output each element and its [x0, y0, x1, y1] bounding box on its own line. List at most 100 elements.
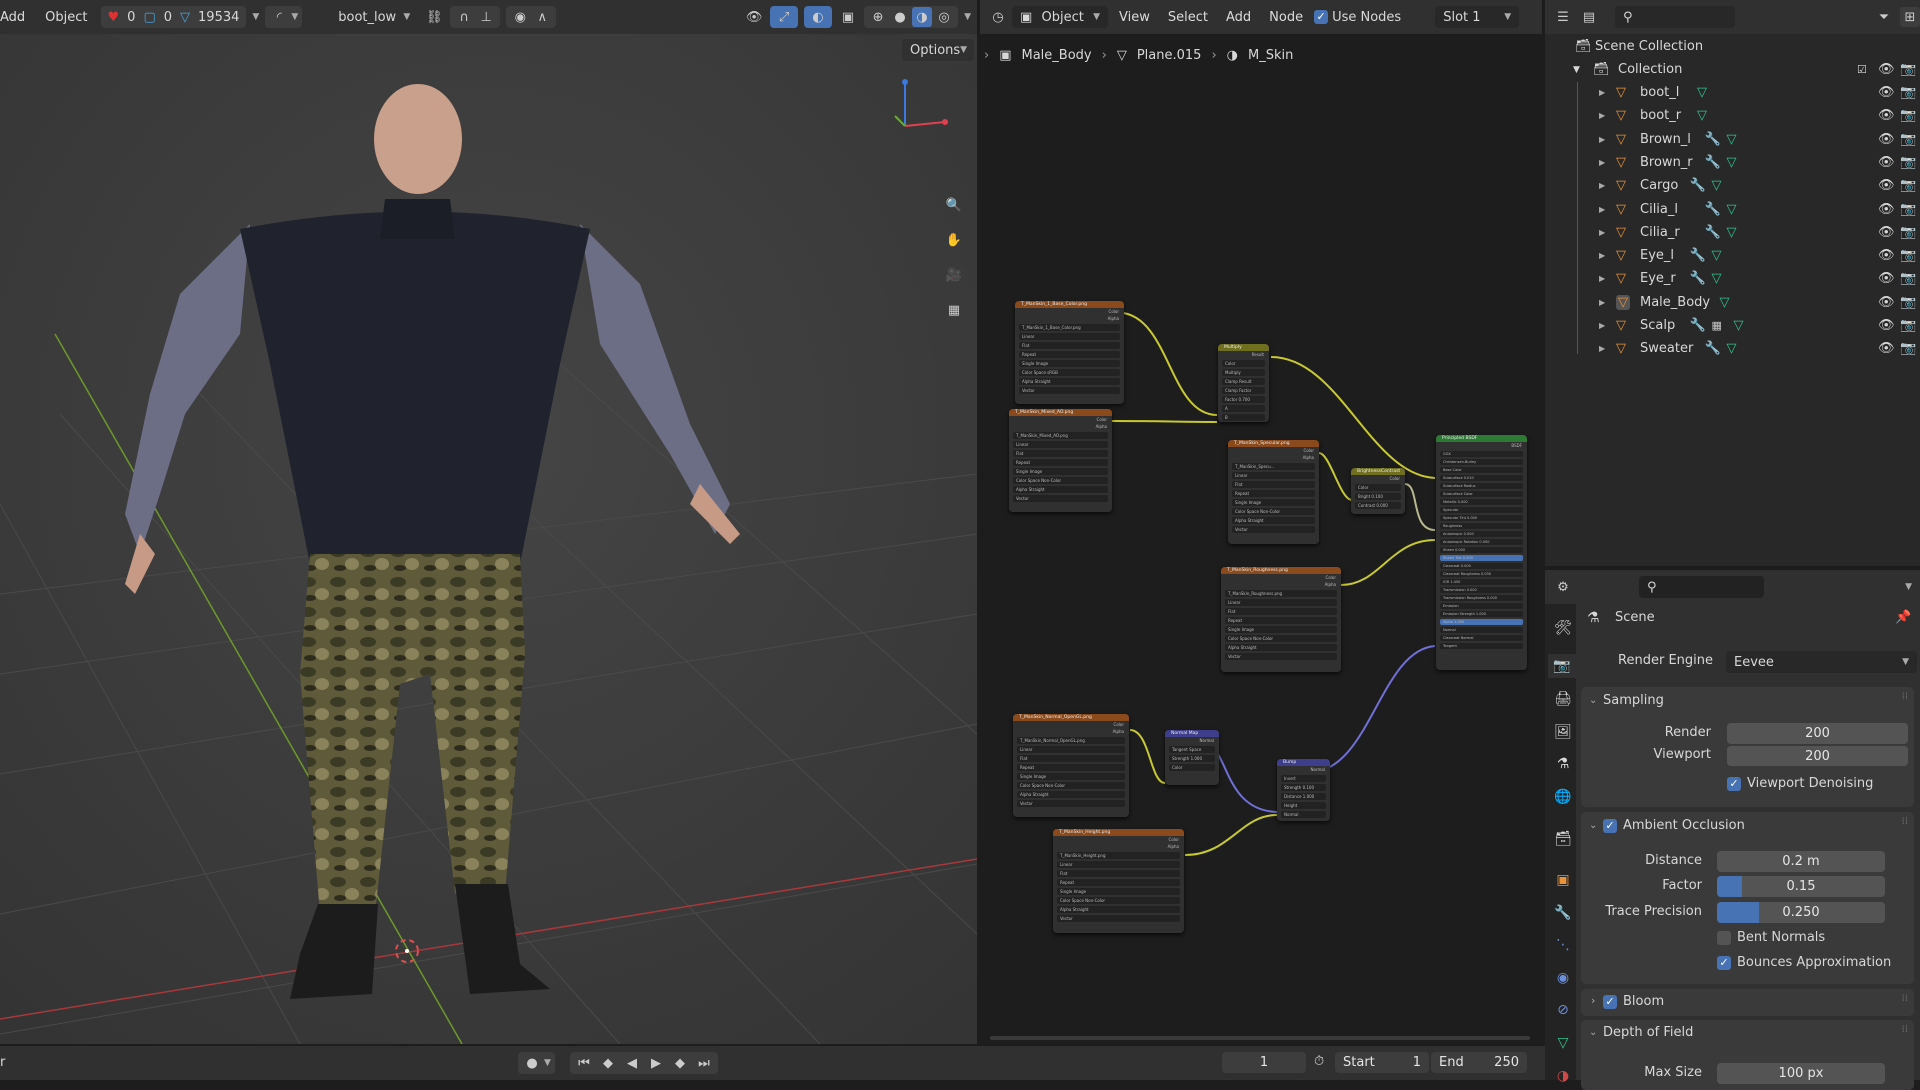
- node-field[interactable]: B: [1222, 414, 1265, 421]
- node-output-socket[interactable]: Alpha: [1221, 581, 1341, 588]
- mesh-data-icon[interactable]: ▽: [1727, 225, 1737, 240]
- node-field[interactable]: Linear: [1057, 861, 1180, 868]
- overlay-button[interactable]: ◐: [804, 6, 833, 28]
- expand-triangle-icon[interactable]: ▶: [1599, 274, 1605, 283]
- expand-triangle-icon[interactable]: ▶: [1599, 321, 1605, 330]
- node-output-socket[interactable]: Color: [1351, 475, 1405, 482]
- render-samples-field[interactable]: 200: [1727, 723, 1908, 744]
- node-field[interactable]: Vector: [1057, 915, 1180, 922]
- keying-button[interactable]: ● ▼: [518, 1052, 555, 1074]
- drag-handle-icon[interactable]: ⁞⁞: [1902, 691, 1908, 702]
- node-output-socket[interactable]: Alpha: [1053, 843, 1184, 850]
- modifier-wrench-icon[interactable]: 🔧: [1705, 202, 1721, 217]
- dof-header[interactable]: Depth of Field: [1603, 1025, 1693, 1040]
- outliner-search[interactable]: ⚲: [1615, 6, 1735, 28]
- render-camera-icon[interactable]: 📷: [1900, 132, 1916, 147]
- menu-object[interactable]: Object: [38, 10, 94, 25]
- node-field[interactable]: Subsurface Color: [1440, 491, 1523, 497]
- node-output-socket[interactable]: Color: [1228, 447, 1319, 454]
- pin-icon[interactable]: 📌: [1895, 610, 1911, 625]
- node-field[interactable]: Color Space Non-Color: [1013, 477, 1108, 484]
- node-field[interactable]: Color: [1355, 484, 1401, 491]
- node-field[interactable]: Clearcoat Roughness 0.030: [1440, 571, 1523, 577]
- node-field[interactable]: Transmission 0.000: [1440, 587, 1523, 593]
- shader-node[interactable]: T_ManSkin_Roughness.png Color Alpha T_ManSk…: [1221, 567, 1341, 672]
- shading-chevron-icon[interactable]: ▼: [964, 12, 971, 22]
- end-frame-field[interactable]: End 250: [1431, 1052, 1527, 1073]
- expand-triangle-icon[interactable]: ▶: [1599, 135, 1605, 144]
- node-field[interactable]: Repeat: [1225, 617, 1337, 624]
- shader-node-editor[interactable]: ◷ ▣ Object ▼ View Select Add Node ✓ Use No…: [980, 0, 1542, 1044]
- node-field[interactable]: Linear: [1019, 333, 1120, 340]
- expand-triangle-icon[interactable]: ▶: [1599, 158, 1605, 167]
- visibility-icon[interactable]: 👁: [744, 7, 764, 27]
- checkbox-icon[interactable]: ✓: [1717, 955, 1731, 970]
- view-layer-tab-icon[interactable]: 🖼: [1551, 720, 1575, 744]
- expand-triangle-icon[interactable]: ▶: [1599, 344, 1605, 353]
- node-field[interactable]: Base Color: [1440, 467, 1523, 473]
- new-collection-icon[interactable]: ⊞: [1900, 7, 1920, 27]
- next-keyframe-icon[interactable]: ◆: [670, 1053, 690, 1073]
- modifier-wrench-icon[interactable]: 🔧: [1705, 341, 1721, 356]
- max-size-field[interactable]: 100 px: [1717, 1063, 1885, 1084]
- node-field[interactable]: Vector: [1013, 495, 1108, 502]
- render-camera-icon[interactable]: 📷: [1900, 341, 1916, 356]
- viewport-denoising-toggle[interactable]: ✓ Viewport Denoising: [1727, 776, 1873, 791]
- outliner-item[interactable]: ▶ ▽ Eye_l 🔧 ▽ 👁 📷: [1545, 244, 1920, 267]
- node-field[interactable]: Clamp Factor: [1222, 387, 1265, 394]
- node-field[interactable]: Multiply: [1222, 369, 1265, 376]
- start-frame-field[interactable]: Start 1: [1335, 1052, 1429, 1073]
- expand-triangle-icon[interactable]: ▶: [1599, 111, 1605, 120]
- node-field[interactable]: Vector: [1019, 387, 1120, 394]
- node-field[interactable]: Distance 1.000: [1281, 793, 1326, 800]
- display-mode-icon[interactable]: ▤: [1579, 7, 1599, 27]
- outliner-item[interactable]: ▶ ▽ Eye_r 🔧 ▽ 👁 📷: [1545, 267, 1920, 290]
- node-field[interactable]: Linear: [1225, 599, 1337, 606]
- render-camera-icon[interactable]: 📷: [1900, 271, 1916, 286]
- outliner-item[interactable]: ▶ ▽ boot_r ▽ 👁 📷: [1545, 104, 1920, 127]
- mesh-data-icon[interactable]: ▽: [1720, 295, 1730, 310]
- render-tab-icon[interactable]: 📷: [1548, 654, 1576, 678]
- expand-triangle-icon[interactable]: ▶: [1599, 181, 1605, 190]
- node-field[interactable]: Normal: [1440, 627, 1523, 633]
- modifier-tab-icon[interactable]: 🔧: [1551, 901, 1575, 925]
- expand-triangle-icon[interactable]: ▶: [1599, 205, 1605, 214]
- tool-tab-icon[interactable]: 🛠: [1551, 616, 1575, 640]
- node-field[interactable]: Bright 0.100: [1355, 493, 1401, 500]
- node-output-socket[interactable]: Color: [1013, 721, 1129, 728]
- eye-icon[interactable]: 👁: [1878, 318, 1895, 333]
- node-field[interactable]: GGX: [1440, 451, 1523, 457]
- drag-handle-icon[interactable]: ⁞⁞: [1902, 993, 1908, 1004]
- constraints-tab-icon[interactable]: ⊘: [1551, 998, 1575, 1022]
- ao-header[interactable]: ✓ Ambient Occlusion: [1603, 818, 1745, 833]
- shader-node[interactable]: Bump Normal Invert Strength 0.100 Distance 1…: [1277, 759, 1330, 821]
- modifier-wrench-icon[interactable]: 🔧: [1690, 318, 1706, 333]
- eye-icon[interactable]: 👁: [1878, 108, 1895, 123]
- node-field[interactable]: Vector: [1225, 653, 1337, 660]
- distance-field[interactable]: 0.2 m: [1717, 851, 1885, 872]
- node-field[interactable]: Flat: [1019, 342, 1120, 349]
- outliner-item[interactable]: ▶ ▽ boot_l ▽ 👁 📷: [1545, 81, 1920, 104]
- node-field[interactable]: A: [1222, 405, 1265, 412]
- node-field[interactable]: Single Image: [1232, 499, 1315, 506]
- outliner-item[interactable]: ▶ ▽ Cargo 🔧 ▽ 👁 📷: [1545, 174, 1920, 197]
- expand-triangle-icon[interactable]: ▶: [1599, 298, 1605, 307]
- eye-icon[interactable]: 👁: [1878, 155, 1895, 170]
- node-field[interactable]: Flat: [1225, 608, 1337, 615]
- node-field[interactable]: Christensen-Burley: [1440, 459, 1523, 465]
- node-field[interactable]: Alpha 1.000: [1440, 619, 1523, 625]
- mesh-data-icon[interactable]: ▽: [1727, 341, 1737, 356]
- world-tab-icon[interactable]: 🌐: [1551, 785, 1575, 809]
- stopwatch-icon[interactable]: ⏱: [1314, 1054, 1324, 1069]
- link-icon[interactable]: ⛓: [424, 7, 444, 27]
- node-field[interactable]: Linear: [1017, 746, 1125, 753]
- node-field[interactable]: Sheen 0.000: [1440, 547, 1523, 553]
- node-output-socket[interactable]: BSDF: [1436, 442, 1527, 449]
- node-field[interactable]: Specular Tint 0.000: [1440, 515, 1523, 521]
- node-field[interactable]: Factor 0.700: [1222, 396, 1265, 403]
- node-field[interactable]: T_ManSkin_1_Base_Color.png: [1019, 324, 1120, 331]
- editor-type-icon[interactable]: ☰: [1553, 7, 1573, 27]
- render-camera-icon[interactable]: 📷: [1900, 202, 1916, 217]
- outliner-item[interactable]: ▶ ▽ Sweater 🔧 ▽ 👁 📷: [1545, 337, 1920, 360]
- node-field[interactable]: T_ManSkin_Height.png: [1057, 852, 1180, 859]
